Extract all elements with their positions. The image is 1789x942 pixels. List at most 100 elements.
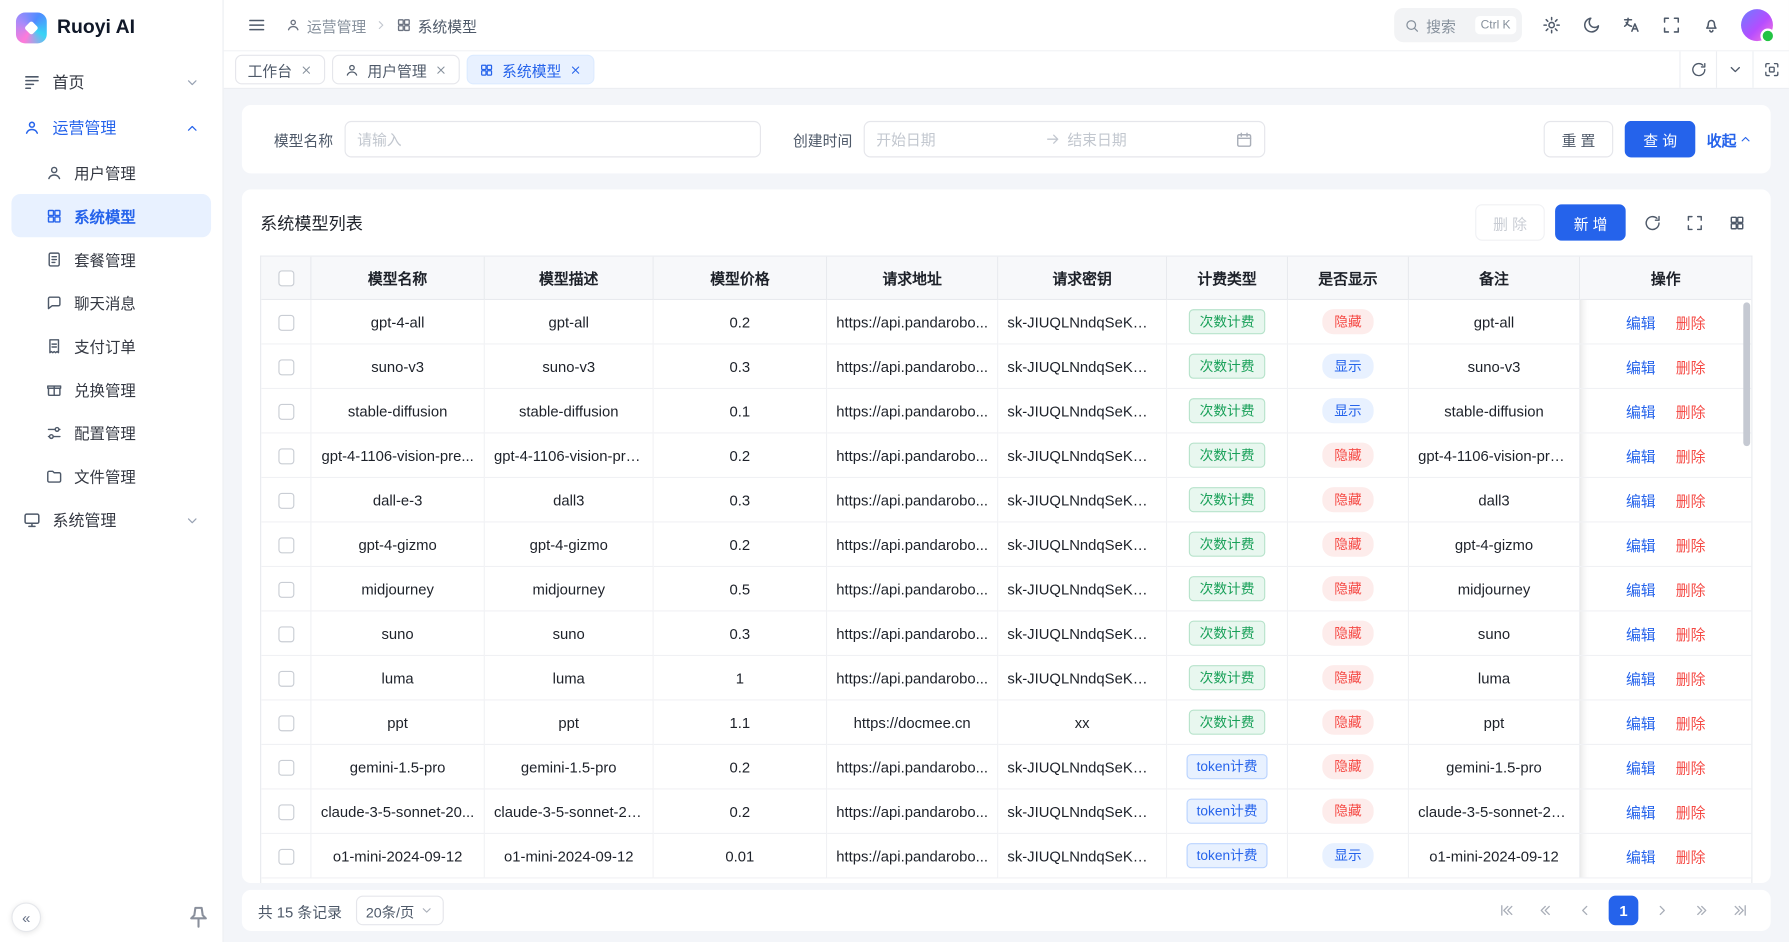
page-size-select[interactable]: 20条/页 [356, 896, 444, 926]
edit-link[interactable]: 编辑 [1626, 804, 1656, 821]
row-checkbox[interactable] [278, 849, 294, 865]
last-page-button[interactable] [1725, 896, 1755, 926]
fullscreen-button[interactable] [1654, 8, 1688, 42]
sidebar-collapse-button[interactable]: « [11, 902, 41, 932]
delete-link[interactable]: 删除 [1676, 670, 1706, 687]
next-page-button[interactable] [1647, 896, 1677, 926]
delete-link[interactable]: 删除 [1676, 359, 1706, 376]
chevron-down-icon [185, 513, 200, 528]
close-icon[interactable] [300, 63, 313, 76]
collapse-filter-link[interactable]: 收起 [1707, 128, 1753, 150]
row-checkbox[interactable] [278, 582, 294, 598]
edit-link[interactable]: 编辑 [1626, 448, 1656, 465]
sidebar-sub-item[interactable]: 系统模型 [11, 194, 211, 237]
edit-link[interactable]: 编辑 [1626, 759, 1656, 776]
delete-link[interactable]: 删除 [1676, 403, 1706, 420]
sidebar-sub-item[interactable]: 配置管理 [11, 411, 211, 454]
row-checkbox[interactable] [278, 804, 294, 820]
notifications-button[interactable] [1694, 8, 1728, 42]
delete-link[interactable]: 删除 [1676, 804, 1706, 821]
model-name-input[interactable] [345, 121, 761, 158]
create-time-label: 创建时间 [793, 128, 852, 150]
breadcrumb-item-operations[interactable]: 运营管理 [285, 14, 366, 36]
row-checkbox[interactable] [278, 404, 294, 420]
delete-link[interactable]: 删除 [1676, 715, 1706, 732]
close-icon[interactable] [569, 63, 582, 76]
row-checkbox[interactable] [278, 493, 294, 509]
prev-page-button[interactable] [1570, 896, 1600, 926]
cell-model-desc: luma [485, 656, 654, 700]
cell-visibility: 隐藏 [1288, 567, 1409, 611]
edit-link[interactable]: 编辑 [1626, 670, 1656, 687]
select-all-checkbox[interactable] [278, 271, 294, 287]
row-checkbox[interactable] [278, 448, 294, 464]
add-button[interactable]: 新 增 [1555, 204, 1625, 241]
row-checkbox[interactable] [278, 626, 294, 642]
delete-link[interactable]: 删除 [1676, 581, 1706, 598]
global-search-input[interactable]: 搜索 Ctrl K [1394, 8, 1522, 42]
start-date-input[interactable] [876, 131, 1037, 148]
user-avatar[interactable] [1741, 9, 1773, 41]
row-checkbox[interactable] [278, 715, 294, 731]
language-button[interactable] [1614, 8, 1648, 42]
row-checkbox[interactable] [278, 537, 294, 553]
page-number-button[interactable]: 1 [1609, 896, 1639, 926]
forward-pages-button[interactable] [1686, 896, 1716, 926]
edit-link[interactable]: 编辑 [1626, 848, 1656, 865]
edit-link[interactable]: 编辑 [1626, 581, 1656, 598]
sidebar-sub-item[interactable]: 用户管理 [11, 151, 211, 194]
sidebar-sub-item[interactable]: 文件管理 [11, 454, 211, 497]
edit-link[interactable]: 编辑 [1626, 403, 1656, 420]
tab[interactable]: 工作台 [235, 55, 325, 85]
refresh-table-button[interactable] [1636, 207, 1668, 239]
delete-link[interactable]: 删除 [1676, 537, 1706, 554]
cell-request-key: sk-JIUQLNndqSeKWU... [998, 656, 1167, 700]
tab[interactable]: 系统模型 [467, 55, 595, 85]
row-checkbox[interactable] [278, 315, 294, 331]
edit-link[interactable]: 编辑 [1626, 492, 1656, 509]
delete-link[interactable]: 删除 [1676, 848, 1706, 865]
sidebar-item-system[interactable]: 系统管理 [11, 497, 211, 543]
tab[interactable]: 用户管理 [332, 55, 460, 85]
close-icon[interactable] [435, 63, 448, 76]
sidebar-item-operations[interactable]: 运营管理 [11, 105, 211, 151]
date-range-picker[interactable] [864, 121, 1266, 158]
sidebar-toggle-button[interactable] [240, 8, 274, 42]
edit-link[interactable]: 编辑 [1626, 537, 1656, 554]
edit-link[interactable]: 编辑 [1626, 359, 1656, 376]
delete-link[interactable]: 删除 [1676, 626, 1706, 643]
delete-link[interactable]: 删除 [1676, 448, 1706, 465]
settings-button[interactable] [1535, 8, 1569, 42]
delete-link[interactable]: 删除 [1676, 759, 1706, 776]
cell-billing-type: token计费 [1167, 790, 1288, 834]
delete-link[interactable]: 删除 [1676, 492, 1706, 509]
tabs-menu-button[interactable] [1716, 51, 1753, 88]
sidebar-item-home[interactable]: 首页 [11, 59, 211, 105]
delete-link[interactable]: 删除 [1676, 314, 1706, 331]
edit-link[interactable]: 编辑 [1626, 715, 1656, 732]
column-settings-button[interactable] [1720, 207, 1752, 239]
dark-mode-button[interactable] [1574, 8, 1608, 42]
collapse-label: 收起 [1707, 128, 1737, 150]
sidebar-sub-item[interactable]: 聊天消息 [11, 281, 211, 324]
sidebar-sub-item[interactable]: 兑换管理 [11, 367, 211, 410]
edit-link[interactable]: 编辑 [1626, 314, 1656, 331]
batch-delete-button[interactable]: 删 除 [1475, 204, 1545, 241]
end-date-input[interactable] [1067, 131, 1228, 148]
pin-icon[interactable] [186, 905, 211, 930]
sidebar-sub-item[interactable]: 支付订单 [11, 324, 211, 367]
sidebar-sub-item[interactable]: 套餐管理 [11, 237, 211, 280]
back-pages-button[interactable] [1531, 896, 1561, 926]
breadcrumb-item-system-model[interactable]: 系统模型 [396, 14, 477, 36]
content-fullscreen-button[interactable] [1752, 51, 1789, 88]
refresh-page-button[interactable] [1679, 51, 1716, 88]
table-scrollbar-thumb[interactable] [1743, 302, 1750, 446]
reset-button[interactable]: 重 置 [1543, 121, 1613, 158]
edit-link[interactable]: 编辑 [1626, 626, 1656, 643]
row-checkbox[interactable] [278, 359, 294, 375]
table-fullscreen-button[interactable] [1678, 207, 1710, 239]
row-checkbox[interactable] [278, 760, 294, 776]
row-checkbox[interactable] [278, 671, 294, 687]
query-button[interactable]: 查 询 [1625, 121, 1695, 158]
first-page-button[interactable] [1492, 896, 1522, 926]
